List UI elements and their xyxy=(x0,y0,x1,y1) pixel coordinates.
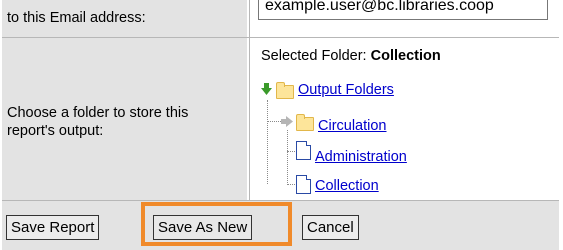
report-options-form: to this Email address: example.user@bc.l… xyxy=(0,0,563,250)
document-icon xyxy=(296,141,311,160)
tree-link-circulation[interactable]: Circulation xyxy=(318,118,387,134)
tree-connector-line xyxy=(267,121,281,122)
button-row: Save Report Save As New Cancel xyxy=(2,200,559,250)
tree-root-node: Output Folders xyxy=(298,82,394,98)
tree-connector-line xyxy=(287,130,288,185)
cancel-button[interactable]: Cancel xyxy=(302,215,359,240)
tree-link-administration[interactable]: Administration xyxy=(315,149,407,165)
folder-label-cell: Choose a folder to store this report's o… xyxy=(2,38,247,200)
selected-folder-prefix: Selected Folder: xyxy=(261,48,367,64)
tree-connector-line xyxy=(267,100,268,184)
email-field[interactable]: example.user@bc.libraries.coop xyxy=(258,0,548,20)
selected-folder-value: Collection xyxy=(370,48,441,64)
folder-row: Choose a folder to store this report's o… xyxy=(2,38,560,200)
selected-folder-line: Selected Folder: Collection xyxy=(261,48,441,64)
folder-icon xyxy=(296,114,314,131)
tree-node-circulation: Circulation xyxy=(318,118,387,134)
gray-right-arrow-icon[interactable] xyxy=(281,116,293,127)
email-row: to this Email address: example.user@bc.l… xyxy=(2,0,560,38)
document-icon xyxy=(296,175,311,194)
folder-label: Choose a folder to store this report's o… xyxy=(7,105,189,139)
tree-link-collection[interactable]: Collection xyxy=(315,178,379,194)
save-as-new-button[interactable]: Save As New xyxy=(153,215,253,240)
save-report-button[interactable]: Save Report xyxy=(6,215,100,240)
email-label: to this Email address: xyxy=(7,10,146,26)
folder-icon xyxy=(276,82,294,99)
tree-node-collection: Collection xyxy=(315,178,379,194)
folder-tree-cell: Selected Folder: Collection Output Folde… xyxy=(249,38,560,200)
green-down-arrow-icon[interactable] xyxy=(261,83,272,95)
email-input-cell: example.user@bc.libraries.coop xyxy=(249,0,560,37)
tree-link-output-folders[interactable]: Output Folders xyxy=(298,82,394,98)
tree-node-administration: Administration xyxy=(315,149,407,165)
email-label-cell: to this Email address: xyxy=(2,0,247,37)
